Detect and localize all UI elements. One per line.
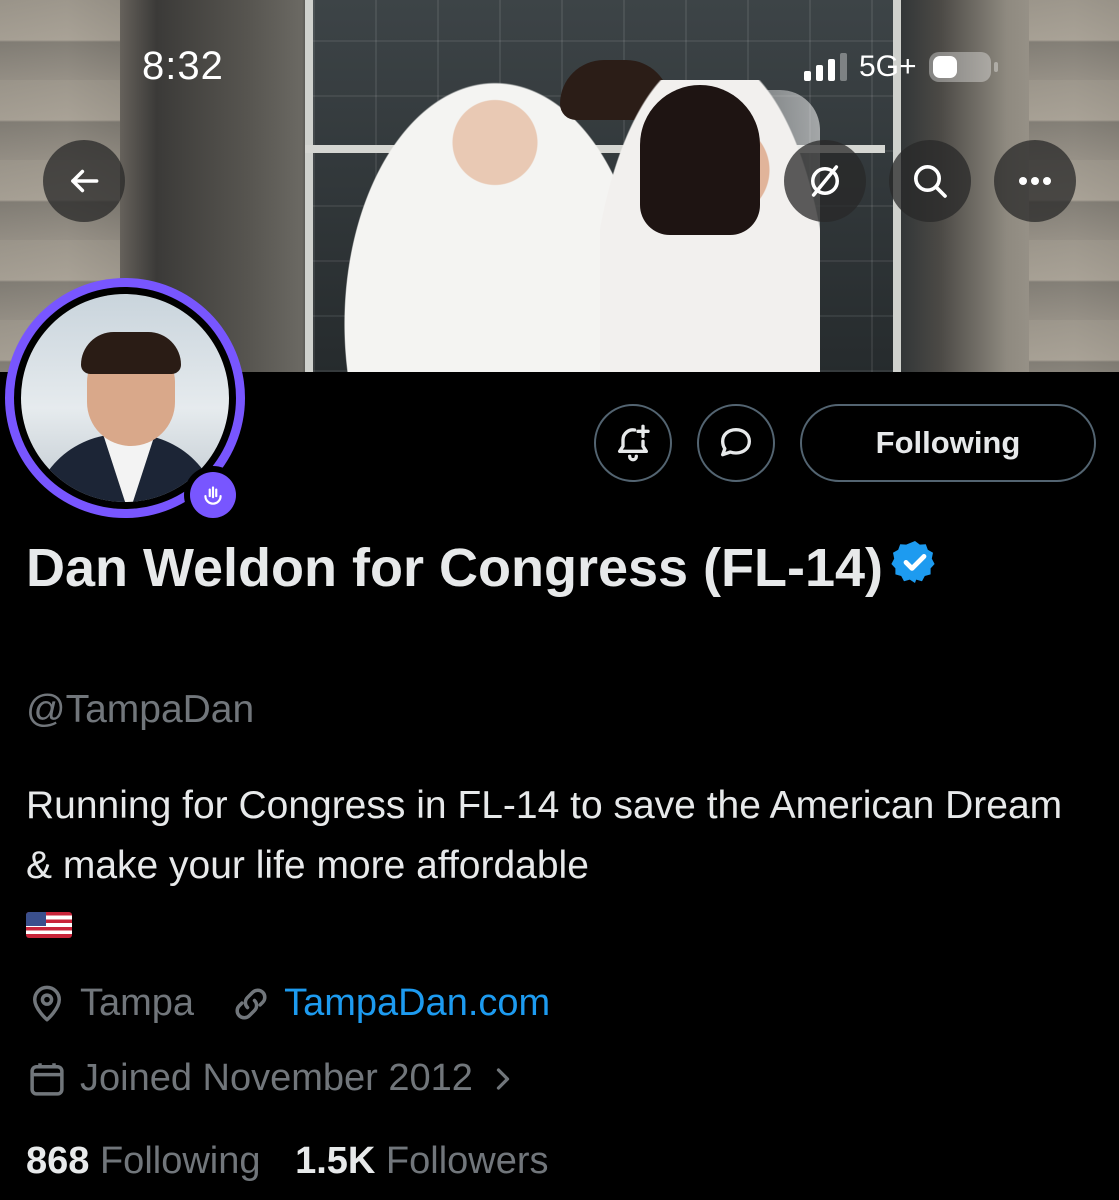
- profile-meta-row: Tampa TampaDan.com: [26, 982, 550, 1025]
- followers-label: Followers: [385, 1140, 549, 1182]
- profile-joined-date: Joined November 2012: [80, 1057, 473, 1099]
- us-flag-emoji: [26, 912, 72, 938]
- notifications-button[interactable]: [594, 404, 672, 482]
- profile-display-name: Dan Weldon for Congress (FL-14): [26, 538, 884, 598]
- following-label: Following: [99, 1140, 261, 1182]
- following-button[interactable]: Following: [800, 404, 1096, 482]
- audio-bars-icon: [204, 486, 222, 505]
- bell-plus-icon: [618, 424, 650, 462]
- profile-stats: 868 Following 1.5K Followers: [26, 1140, 549, 1183]
- back-button[interactable]: [43, 140, 125, 222]
- slashed-circle-icon: [811, 165, 839, 197]
- arrow-left-icon: [71, 169, 99, 193]
- followers-count: 1.5K: [295, 1140, 376, 1182]
- more-horizontal-icon: [1019, 177, 1051, 185]
- profile-bio: Running for Congress in FL-14 to save th…: [26, 776, 1096, 956]
- profile-handle: @TampaDan: [26, 688, 255, 731]
- status-indicators: 5G+: [804, 50, 998, 84]
- cellular-signal-icon: [804, 53, 847, 81]
- calendar-icon: [26, 1058, 68, 1100]
- status-time: 8:32: [142, 44, 224, 88]
- avatar-hair: [81, 332, 181, 374]
- followers-stat-link[interactable]: 1.5K Followers: [295, 1140, 548, 1182]
- network-type: 5G+: [859, 50, 917, 83]
- grok-button[interactable]: [784, 140, 866, 222]
- more-options-button[interactable]: [994, 140, 1076, 222]
- message-bubble-icon: [721, 428, 751, 457]
- spaces-badge-dot: [190, 472, 236, 518]
- verified-badge-icon[interactable]: [891, 530, 939, 606]
- link-icon: [230, 983, 272, 1025]
- following-stat-link[interactable]: 868 Following: [26, 1140, 261, 1182]
- profile-display-name-block: Dan Weldon for Congress (FL-14): [26, 530, 1086, 610]
- search-button[interactable]: [889, 140, 971, 222]
- spaces-live-badge[interactable]: [184, 466, 242, 524]
- message-button[interactable]: [697, 404, 775, 482]
- chevron-right-icon: [489, 1061, 517, 1097]
- search-icon: [914, 165, 947, 198]
- profile-website-link[interactable]: TampaDan.com: [284, 982, 550, 1025]
- banner-bride-hair: [640, 85, 760, 235]
- profile-bio-text: Running for Congress in FL-14 to save th…: [26, 784, 1063, 887]
- location-pin-icon: [26, 983, 68, 1025]
- battery-icon: [928, 52, 998, 82]
- following-count: 868: [26, 1140, 90, 1182]
- profile-joined-row[interactable]: Joined November 2012: [26, 1057, 529, 1100]
- profile-location: Tampa: [80, 982, 195, 1024]
